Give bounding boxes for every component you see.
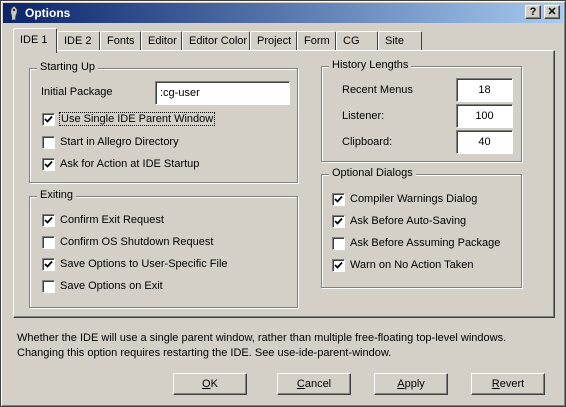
tab-editor-color[interactable]: Editor Color: [182, 31, 250, 51]
clipboard-input[interactable]: 40: [456, 130, 513, 154]
checkbox-label: Compiler Warnings Dialog: [350, 193, 478, 205]
option-description: Whether the IDE will use a single parent…: [17, 331, 557, 361]
checkbox-label: Save Options to User-Specific File: [60, 258, 228, 270]
group-title: Exiting: [37, 189, 77, 201]
checkbox-label: Save Options on Exit: [60, 280, 163, 292]
optional-dialogs-group: Optional Dialogs Compiler Warnings Dialo…: [321, 167, 522, 288]
use-single-ide-parent-window-checkbox[interactable]: Use Single IDE Parent Window: [42, 112, 242, 128]
compiler-warnings-dialog-checkbox[interactable]: Compiler Warnings Dialog: [332, 192, 512, 208]
close-button[interactable]: ✕: [544, 5, 560, 19]
button-label: evert: [499, 378, 525, 390]
tab-label: CG: [343, 35, 360, 47]
tab-form[interactable]: Form: [297, 31, 336, 51]
recent-menus-input[interactable]: 18: [456, 78, 513, 102]
confirm-os-shutdown-request-checkbox[interactable]: Confirm OS Shutdown Request: [42, 235, 262, 251]
checkbox-label: Ask Before Auto-Saving: [350, 215, 467, 227]
checkbox-box: [42, 236, 55, 249]
revert-button[interactable]: Revert: [471, 373, 545, 395]
tab-fonts[interactable]: Fonts: [100, 31, 141, 51]
recent-menus-label: Recent Menus: [342, 84, 413, 96]
tab-ide-2[interactable]: IDE 2: [57, 31, 100, 51]
tab-label: IDE 1: [20, 34, 48, 46]
checkbox-box: [42, 113, 55, 126]
checkbox-box: [332, 259, 345, 272]
ok-button[interactable]: OK: [173, 373, 247, 395]
mnemonic: A: [397, 378, 405, 390]
tab-label: Editor: [148, 35, 177, 47]
checkbox-box: [42, 136, 55, 149]
save-options-user-file-checkbox[interactable]: Save Options to User-Specific File: [42, 257, 272, 273]
tab-label: Project: [257, 35, 292, 47]
button-label: ancel: [304, 378, 332, 390]
tab-label: IDE 2: [64, 35, 92, 47]
checkbox-box: [332, 237, 345, 250]
checkbox-box: [42, 214, 55, 227]
tab-label: Editor Color: [189, 35, 248, 47]
apply-button[interactable]: Apply: [374, 373, 448, 395]
exiting-group: Exiting Confirm Exit Request Confirm OS …: [29, 189, 298, 308]
clipboard-label: Clipboard:: [342, 136, 393, 148]
help-button[interactable]: ?: [525, 5, 541, 19]
button-label: pply: [404, 378, 425, 390]
initial-package-input[interactable]: :cg-user: [155, 81, 290, 105]
save-options-on-exit-checkbox[interactable]: Save Options on Exit: [42, 279, 262, 295]
description-line: Whether the IDE will use a single parent…: [17, 332, 507, 344]
listener-label: Listener:: [342, 110, 385, 122]
group-title: Starting Up: [37, 61, 99, 73]
checkbox-label: Warn on No Action Taken: [350, 259, 474, 271]
checkbox-label: Use Single IDE Parent Window: [58, 112, 216, 126]
initial-package-label: Initial Package: [41, 86, 113, 98]
ask-for-action-at-startup-checkbox[interactable]: Ask for Action at IDE Startup: [42, 157, 242, 173]
ask-before-auto-saving-checkbox[interactable]: Ask Before Auto-Saving: [332, 214, 512, 230]
checkbox-label: Confirm Exit Request: [60, 214, 164, 226]
checkbox-box: [42, 258, 55, 271]
checkbox-box: [42, 280, 55, 293]
checkbox-label: Ask Before Assuming Package: [350, 237, 501, 249]
checkbox-box: [42, 158, 55, 171]
tab-site[interactable]: Site: [378, 31, 422, 51]
tab-editor[interactable]: Editor: [141, 31, 182, 51]
tab-label: Fonts: [107, 35, 135, 47]
mnemonic: R: [491, 378, 500, 390]
confirm-exit-request-checkbox[interactable]: Confirm Exit Request: [42, 213, 262, 229]
group-title: Optional Dialogs: [329, 167, 416, 179]
checkbox-box: [332, 193, 345, 206]
window-title: Options: [25, 6, 71, 20]
warn-on-no-action-taken-checkbox[interactable]: Warn on No Action Taken: [332, 258, 512, 274]
checkbox-box: [332, 215, 345, 228]
title-bar[interactable]: Options ? ✕: [3, 3, 563, 23]
tab-label: Form: [304, 35, 330, 47]
group-title: History Lengths: [329, 59, 412, 71]
tab-cg[interactable]: CG: [336, 31, 378, 51]
checkbox-label: Ask for Action at IDE Startup: [60, 158, 200, 170]
checkbox-label: Start in Allegro Directory: [60, 136, 179, 148]
tab-label: Site: [385, 35, 404, 47]
history-lengths-group: History Lengths Recent Menus 18 Listener…: [321, 59, 522, 162]
start-in-allegro-directory-checkbox[interactable]: Start in Allegro Directory: [42, 135, 242, 151]
ask-before-assuming-package-checkbox[interactable]: Ask Before Assuming Package: [332, 236, 517, 252]
options-dialog: Options ? ✕ IDE 1 IDE 2 Fonts Editor Edi…: [0, 0, 566, 407]
app-icon: [6, 5, 22, 21]
listener-input[interactable]: 100: [456, 104, 513, 128]
tab-ide-1[interactable]: IDE 1: [13, 28, 57, 53]
mnemonic: C: [296, 378, 305, 390]
mnemonic: O: [202, 378, 211, 390]
checkbox-label: Confirm OS Shutdown Request: [60, 236, 214, 248]
cancel-button[interactable]: Cancel: [277, 373, 351, 395]
tab-project[interactable]: Project: [250, 31, 297, 51]
button-label: K: [210, 378, 218, 390]
description-line: Changing this option requires restarting…: [17, 347, 392, 359]
starting-up-group: Starting Up Initial Package :cg-user Use…: [29, 61, 298, 183]
